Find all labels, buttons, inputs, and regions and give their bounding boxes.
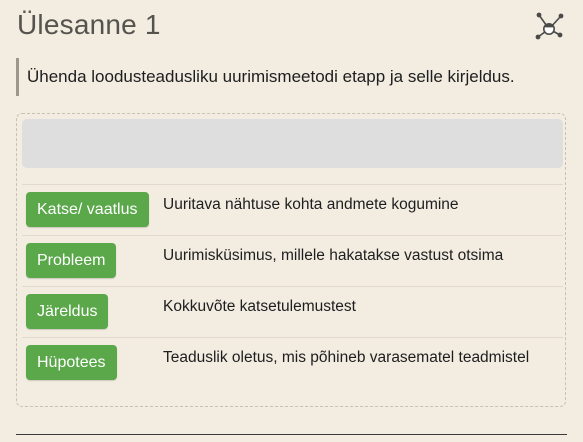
term-chip-jareldus[interactable]: Järeldus — [26, 294, 109, 329]
task-instruction: Ühenda loodusteadusliku uurimismeetodi e… — [16, 58, 515, 96]
drop-area[interactable] — [22, 119, 563, 168]
divider — [16, 434, 567, 435]
term-chip-probleem[interactable]: Probleem — [26, 243, 117, 278]
page-title: Ülesanne 1 — [17, 9, 161, 40]
match-row: Katse/ vaatlus Uuritava nähtuse kohta an… — [22, 184, 563, 235]
term-description: Uurimisküsimus, millele hakatakse vastus… — [163, 247, 504, 264]
term-chip-katse-vaatlus[interactable]: Katse/ vaatlus — [26, 192, 149, 227]
match-row: Hüpotees Teaduslik oletus, mis põhineb v… — [22, 337, 563, 388]
matching-panel: Katse/ vaatlus Uuritava nähtuse kohta an… — [16, 113, 566, 407]
network-icon[interactable] — [532, 8, 568, 44]
match-row: Järeldus Kokkuvõte katsetulemustest — [22, 286, 563, 337]
term-chip-hupotees[interactable]: Hüpotees — [26, 345, 117, 380]
term-description: Kokkuvõte katsetulemustest — [163, 298, 356, 315]
term-description: Uuritava nähtuse kohta andmete kogumine — [163, 196, 459, 213]
match-row: Probleem Uurimisküsimus, millele hakatak… — [22, 235, 563, 286]
term-description: Teaduslik oletus, mis põhineb varasemate… — [163, 349, 530, 366]
